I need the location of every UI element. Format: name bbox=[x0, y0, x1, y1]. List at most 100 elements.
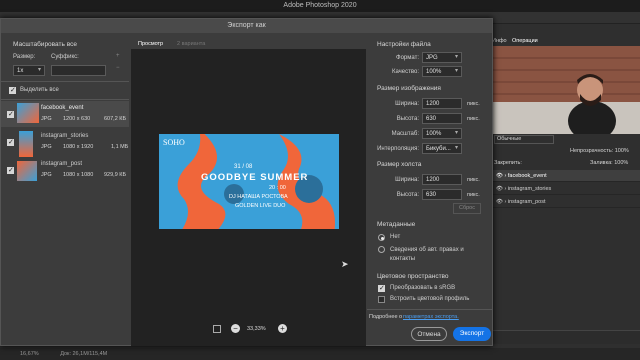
poster-brand: SOHO bbox=[163, 138, 185, 147]
more-info-label: Подробнее о bbox=[369, 314, 403, 320]
layer-row[interactable]: 👁 › facebook_event bbox=[492, 170, 640, 182]
asset-thumbnail bbox=[17, 161, 37, 181]
dialog-title: Экспорт как bbox=[1, 19, 492, 33]
scale-label: Масштаб: bbox=[391, 131, 419, 137]
cancel-button[interactable]: Отмена bbox=[411, 327, 447, 341]
canvas-width-label: Ширина: bbox=[395, 177, 419, 183]
fill-label: Заливка: 100% bbox=[590, 160, 629, 166]
asset-thumbnail bbox=[19, 131, 33, 157]
zoom-in-icon[interactable]: + bbox=[278, 324, 287, 333]
webcam-image bbox=[490, 46, 640, 134]
layer-row[interactable]: 👁 › instagram_post bbox=[492, 196, 640, 208]
asset-format: JPG bbox=[41, 172, 52, 178]
export-as-dialog: Экспорт как Масштабировать все Размер: С… bbox=[0, 18, 493, 346]
asset-checkbox[interactable] bbox=[7, 138, 14, 146]
tab-info[interactable]: Инфо bbox=[492, 38, 507, 44]
size-select[interactable]: 1x bbox=[13, 65, 45, 76]
export-button[interactable]: Экспорт bbox=[453, 327, 491, 341]
tab-variants[interactable]: 2 варианта bbox=[177, 41, 205, 47]
height-label: Высота: bbox=[396, 116, 419, 122]
mouse-cursor-icon: ➤ bbox=[341, 259, 349, 269]
asset-checkbox[interactable] bbox=[7, 166, 14, 174]
interpolation-label: Интерполяция: bbox=[377, 146, 419, 152]
metadata-heading: Метаданные bbox=[377, 221, 416, 228]
height-unit: пикс. bbox=[467, 116, 480, 122]
image-size-heading: Размер изображения bbox=[377, 85, 441, 92]
status-bar: 16,67% Док: 26,1М/115,4М bbox=[0, 348, 640, 360]
asset-name: instagram_post bbox=[41, 161, 83, 167]
embed-profile-checkbox[interactable] bbox=[378, 296, 385, 303]
format-select[interactable]: JPG bbox=[422, 52, 462, 63]
canvas-width-unit: пикс. bbox=[467, 177, 480, 183]
preview-image: SOHO 31 / 08 GOODBYE SUMMER 20 : 00 DJ Н… bbox=[159, 134, 339, 229]
status-doc: Док: 26,1М/115,4М bbox=[60, 351, 108, 357]
canvas-height-label: Высота: bbox=[396, 192, 419, 198]
fit-icon[interactable] bbox=[213, 325, 221, 333]
blend-mode-select[interactable]: Обычные bbox=[494, 135, 554, 144]
suffix-field[interactable] bbox=[51, 65, 106, 76]
tab-operations[interactable]: Операции bbox=[512, 38, 538, 44]
reset-button[interactable]: Сброс bbox=[453, 203, 481, 214]
metadata-copyright-radio[interactable] bbox=[378, 246, 385, 253]
asset-thumbnail bbox=[17, 103, 39, 123]
convert-srgb-checkbox[interactable] bbox=[378, 284, 385, 292]
asset-dims: 1080 x 1080 bbox=[63, 172, 94, 178]
interpolation-select[interactable]: Бикуби... bbox=[422, 143, 462, 154]
suffix-label: Суффикс: bbox=[51, 54, 79, 60]
export-settings-link[interactable]: параметрах экспорта. bbox=[403, 314, 459, 320]
asset-name: facebook_event bbox=[41, 105, 84, 111]
asset-dims: 1200 x 630 bbox=[63, 116, 91, 122]
asset-checkbox[interactable] bbox=[7, 110, 14, 118]
zoom-out-icon[interactable]: − bbox=[231, 324, 240, 333]
remove-scale-icon[interactable]: − bbox=[116, 65, 120, 71]
poster-date: 31 / 08 bbox=[234, 164, 253, 170]
canvas-width-field[interactable]: 1200 bbox=[422, 174, 462, 185]
convert-srgb-label: Преобразовать в sRGB bbox=[390, 285, 456, 291]
scale-select[interactable]: 100% bbox=[422, 128, 462, 139]
webcam-video bbox=[490, 46, 640, 134]
zoom-level: 33,33% bbox=[247, 326, 266, 332]
quality-select[interactable]: 100% bbox=[422, 66, 462, 77]
layers-footer bbox=[490, 330, 640, 344]
asset-dims: 1080 x 1920 bbox=[63, 144, 94, 150]
asset-size: 607,2 КБ bbox=[104, 116, 127, 122]
select-all-checkbox[interactable] bbox=[9, 86, 16, 94]
metadata-copyright-label: Сведения об авт. правах и контакты bbox=[390, 247, 464, 262]
colorspace-heading: Цветовое пространство bbox=[377, 273, 449, 280]
canvas-size-heading: Размер холста bbox=[377, 161, 422, 168]
opacity-label: Непрозрачность: 100% bbox=[570, 148, 629, 154]
metadata-none-radio[interactable] bbox=[378, 234, 385, 241]
poster-line2: GOLDEN LIVE DUO bbox=[235, 203, 286, 209]
add-scale-icon[interactable]: + bbox=[116, 53, 120, 59]
scale-all-label: Масштабировать все bbox=[13, 41, 77, 48]
asset-size: 1,1 МБ bbox=[111, 144, 129, 150]
embed-profile-label: Встроить цветовой профиль bbox=[390, 296, 470, 302]
app-title-bar: Adobe Photoshop 2020 bbox=[0, 0, 640, 12]
divider bbox=[367, 309, 493, 310]
quality-label: Качество: bbox=[391, 69, 419, 75]
width-label: Ширина: bbox=[395, 101, 419, 107]
canvas-height-field[interactable]: 630 bbox=[422, 189, 462, 200]
tab-preview[interactable]: Просмотр bbox=[138, 41, 163, 47]
poster-headline: GOODBYE SUMMER bbox=[201, 172, 309, 183]
divider bbox=[1, 81, 129, 82]
poster-time: 20 : 00 bbox=[269, 185, 286, 191]
poster-line1: DJ НАТАША РОСТОВА bbox=[229, 194, 288, 200]
asset-format: JPG bbox=[41, 144, 52, 150]
format-label: Формат: bbox=[396, 55, 419, 61]
width-unit: пикс. bbox=[467, 101, 480, 107]
file-settings-heading: Настройки файла bbox=[377, 41, 431, 48]
metadata-none-label: Нет bbox=[390, 234, 401, 240]
layer-row[interactable]: 👁 › instagram_stories bbox=[492, 183, 640, 195]
asset-format: JPG bbox=[41, 116, 52, 122]
status-zoom: 16,67% bbox=[20, 351, 39, 357]
asset-size: 929,9 КБ bbox=[104, 172, 127, 178]
height-field[interactable]: 630 bbox=[422, 113, 462, 124]
divider bbox=[1, 99, 129, 100]
width-field[interactable]: 1200 bbox=[422, 98, 462, 109]
select-all-label: Выделить все bbox=[20, 87, 59, 93]
app-title: Adobe Photoshop 2020 bbox=[283, 2, 357, 9]
size-label: Размер: bbox=[13, 54, 36, 60]
asset-name: instagram_stories bbox=[41, 133, 89, 139]
canvas-height-unit: пикс. bbox=[467, 192, 480, 198]
